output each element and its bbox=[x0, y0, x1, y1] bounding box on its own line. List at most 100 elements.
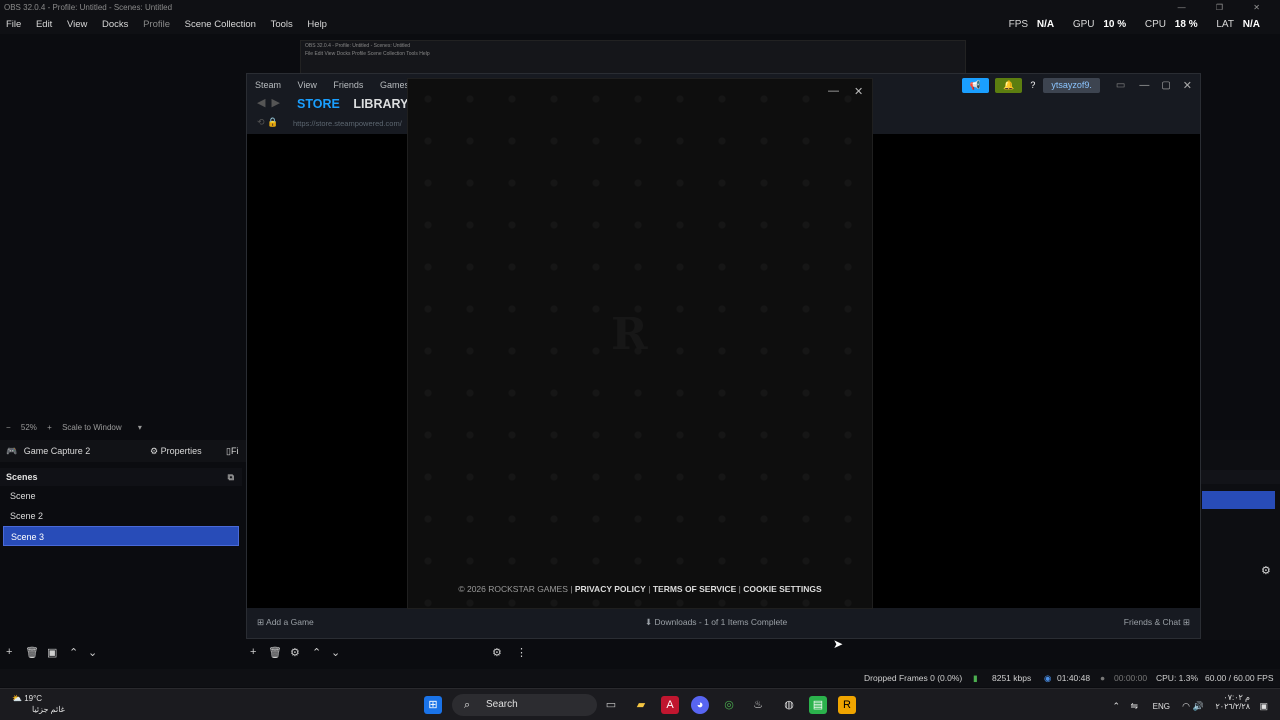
clock-date: ۲۰۲٦/۲/۲۸ bbox=[1215, 702, 1250, 711]
tab-library[interactable]: LIBRARY bbox=[353, 97, 408, 111]
terms-of-service-link[interactable]: TERMS OF SERVICE bbox=[653, 584, 736, 594]
bell-icon: 🔔 bbox=[1003, 80, 1015, 90]
zoom-out-button[interactable]: − bbox=[6, 423, 11, 432]
start-icon[interactable]: ⊞ bbox=[424, 696, 442, 714]
help-button[interactable]: ? bbox=[1028, 78, 1037, 93]
remove-source-icon[interactable]: 🗑 bbox=[268, 646, 282, 659]
source-properties-icon[interactable]: ⚙ bbox=[290, 646, 300, 659]
privacy-policy-link[interactable]: PRIVACY POLICY bbox=[575, 584, 646, 594]
menu-tools[interactable]: Tools bbox=[271, 19, 293, 30]
tab-store[interactable]: STORE bbox=[297, 97, 340, 111]
gear-icon: ⚙ bbox=[150, 446, 159, 456]
selected-source-name: Game Capture 2 bbox=[23, 446, 91, 456]
close-icon[interactable]: ✕ bbox=[1253, 3, 1274, 12]
back-icon[interactable]: ◀ bbox=[257, 97, 271, 109]
announcements-button[interactable]: 📢 bbox=[961, 78, 990, 93]
minimize-icon[interactable]: — bbox=[1178, 3, 1200, 12]
menu-edit[interactable]: Edit bbox=[36, 19, 52, 30]
zoom-in-button[interactable]: + bbox=[47, 423, 52, 432]
wifi-icon[interactable]: ◠ bbox=[1182, 701, 1190, 712]
scene-item[interactable]: Scene bbox=[3, 486, 239, 506]
steam-menu-games[interactable]: Games bbox=[380, 80, 409, 90]
steam-menu-steam[interactable]: Steam bbox=[255, 80, 281, 90]
lock-icon: ⟲ 🔒 bbox=[257, 117, 279, 127]
maximize-icon[interactable]: ▢ bbox=[1161, 80, 1170, 91]
task-view-icon[interactable]: ▭ bbox=[602, 696, 620, 714]
scene-item-selected[interactable]: Scene 3 bbox=[3, 526, 239, 546]
chrome-icon[interactable]: ◎ bbox=[720, 696, 738, 714]
rockstar-launcher-icon[interactable]: A bbox=[661, 696, 679, 714]
taskbar-search[interactable]: ⌕ Search bbox=[452, 694, 597, 716]
scene-filters-icon[interactable]: ▣ bbox=[47, 646, 57, 659]
weather-widget[interactable]: ⛅ 19°C غائم جزئيا bbox=[12, 693, 65, 715]
signal-icon: ▮ bbox=[973, 673, 978, 683]
more-options-icon[interactable]: ⋮ bbox=[516, 646, 527, 659]
scene-item[interactable]: Scene 2 bbox=[3, 506, 239, 526]
discord-icon[interactable]: ◕ bbox=[691, 696, 709, 714]
weather-temp: 19°C bbox=[24, 694, 43, 703]
gear-icon[interactable]: ⚙ bbox=[1261, 564, 1271, 577]
forward-icon[interactable]: ▶ bbox=[271, 97, 285, 109]
status-bar: Dropped Frames 0 (0.0%) ▮ 8251 kbps ◉ 01… bbox=[0, 669, 1280, 687]
nested-capture-preview: OBS 32.0.4 - Profile: Untitled - Scenes:… bbox=[300, 40, 966, 74]
menu-scene-collection[interactable]: Scene Collection bbox=[185, 19, 256, 30]
menu-help[interactable]: Help bbox=[307, 19, 327, 30]
steam-menu-view[interactable]: View bbox=[298, 80, 317, 90]
dock-item-selected[interactable] bbox=[1202, 491, 1275, 509]
app-icon[interactable]: ▤ bbox=[809, 696, 827, 714]
network-icon[interactable]: ⇋ bbox=[1130, 701, 1138, 712]
nav-arrows[interactable]: ◀▶ bbox=[257, 96, 286, 109]
minimize-icon[interactable]: — bbox=[1139, 80, 1149, 91]
megaphone-icon: 📢 bbox=[969, 80, 982, 90]
scenes-header: Scenes ⧉ bbox=[0, 468, 242, 486]
stream-icon: ◉ bbox=[1044, 673, 1052, 683]
rockstar-games-icon[interactable]: R bbox=[838, 696, 856, 714]
menu-file[interactable]: File bbox=[6, 19, 21, 30]
account-menu[interactable]: ytsayzof9. bbox=[1043, 78, 1100, 93]
fps-readout: 60.00 / 60.00 FPS bbox=[1205, 673, 1274, 683]
downloads-status[interactable]: ⬇ Downloads - 1 of 1 Items Complete bbox=[645, 617, 787, 628]
window-controls[interactable]: — ❐ ✕ bbox=[1178, 0, 1274, 16]
language-indicator[interactable]: ENG bbox=[1153, 702, 1170, 711]
menu-profile[interactable]: Profile bbox=[143, 19, 170, 30]
scenes-title: Scenes bbox=[6, 472, 38, 482]
menu-docks[interactable]: Docks bbox=[102, 19, 128, 30]
move-down-icon[interactable]: ⌄ bbox=[331, 646, 340, 659]
undock-icon[interactable]: ⧉ bbox=[228, 468, 234, 486]
move-down-icon[interactable]: ⌄ bbox=[88, 646, 97, 659]
steam-url[interactable]: https://store.steampowered.com/ bbox=[293, 119, 402, 128]
search-icon: ⌕ bbox=[464, 699, 471, 711]
volume-icon[interactable]: 🔊 bbox=[1193, 701, 1204, 712]
chevron-up-icon[interactable]: ⌃ bbox=[1112, 701, 1120, 712]
obs-icon[interactable]: ◍ bbox=[780, 696, 798, 714]
monitor-icon[interactable]: ▭ bbox=[1116, 80, 1125, 91]
mixer-settings-icon[interactable]: ⚙ bbox=[492, 646, 502, 659]
friends-chat-button[interactable]: Friends & Chat ⊞ bbox=[1124, 617, 1190, 628]
cookie-settings-link[interactable]: COOKIE SETTINGS bbox=[743, 584, 821, 594]
move-up-icon[interactable]: ⌃ bbox=[69, 646, 78, 659]
record-time: 00:00:00 bbox=[1114, 673, 1148, 683]
minimize-icon[interactable]: — bbox=[828, 85, 839, 97]
menu-view[interactable]: View bbox=[67, 19, 87, 30]
close-icon[interactable]: ✕ bbox=[854, 85, 863, 98]
move-up-icon[interactable]: ⌃ bbox=[312, 646, 321, 659]
chevron-down-icon[interactable]: ▾ bbox=[138, 423, 142, 432]
add-scene-icon[interactable]: + bbox=[6, 646, 12, 658]
close-icon[interactable]: ✕ bbox=[1183, 79, 1192, 92]
properties-button[interactable]: ⚙ Properties bbox=[150, 440, 202, 462]
remove-scene-icon[interactable]: 🗑 bbox=[25, 646, 39, 659]
notifications-button[interactable]: 🔔 bbox=[995, 78, 1023, 93]
add-game-button[interactable]: ⊞ Add a Game bbox=[257, 617, 314, 628]
clock[interactable]: ۰۷:۰۲ م ۲۰۲٦/۲/۲۸ bbox=[1215, 693, 1250, 711]
steam-icon[interactable]: ♨ bbox=[749, 696, 767, 714]
search-label: Search bbox=[486, 699, 518, 710]
scale-mode[interactable]: Scale to Window bbox=[62, 423, 122, 432]
notifications-icon[interactable]: ▣ bbox=[1259, 701, 1268, 712]
dock-header bbox=[1201, 470, 1280, 484]
add-source-icon[interactable]: + bbox=[250, 646, 256, 658]
stat-gpu-label: GPU bbox=[1072, 19, 1095, 30]
file-explorer-icon[interactable]: ▰ bbox=[632, 696, 650, 714]
steam-menu-friends[interactable]: Friends bbox=[333, 80, 363, 90]
maximize-icon[interactable]: ❐ bbox=[1216, 3, 1237, 12]
filters-button[interactable]: ▯Fi bbox=[226, 440, 238, 462]
